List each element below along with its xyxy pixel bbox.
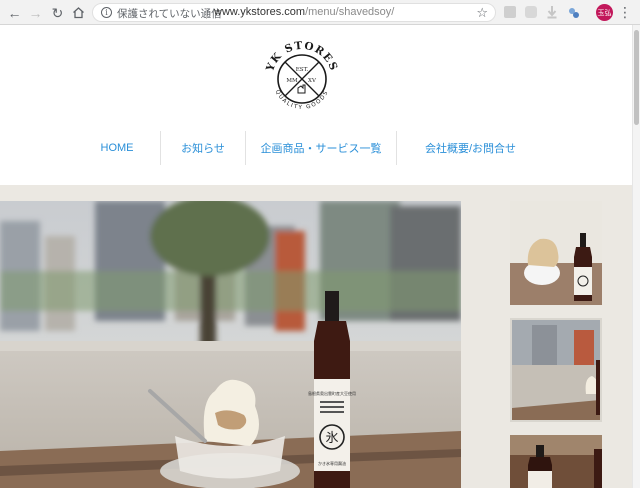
scrollbar-thumb[interactable] <box>634 30 639 125</box>
bottle-label-text: かき氷専用醤油 <box>318 460 346 466</box>
extension-icon-2[interactable] <box>525 6 537 18</box>
nav-news[interactable]: お知らせ <box>161 129 245 167</box>
back-icon[interactable]: ← <box>6 4 23 21</box>
page-scrollbar[interactable] <box>632 25 640 488</box>
thumbnail-3[interactable] <box>510 435 602 488</box>
bookmark-star-icon[interactable]: ☆ <box>476 5 488 21</box>
url-text[interactable]: www.ykstores.com/menu/shavedsoy/ <box>214 6 394 18</box>
download-extension-icon[interactable] <box>546 5 558 19</box>
thumbnail-1[interactable] <box>510 201 602 305</box>
site-logo[interactable]: YK STORES QUALITY GOODS EST. MM XV <box>262 39 342 119</box>
main-nav: HOME お知らせ 企画商品・サービス一覧 会社概要/お問合せ <box>74 129 544 167</box>
logo-est: EST. <box>296 67 309 73</box>
extension-icon-4[interactable] <box>568 6 580 18</box>
extension-icon-1[interactable] <box>504 6 516 18</box>
reload-icon[interactable]: ↻ <box>49 4 66 21</box>
address-bar[interactable]: i 保護されていない通信 www.ykstores.com/menu/shave… <box>92 3 496 22</box>
nav-company-contact[interactable]: 会社概要/お問合せ <box>397 129 544 167</box>
url-host: www.ykstores.com <box>214 6 306 18</box>
forward-icon[interactable]: → <box>27 4 44 21</box>
logo-year-right: XV <box>308 78 317 84</box>
info-icon[interactable]: i <box>101 7 112 18</box>
bottle-label-char: 氷 <box>325 431 338 446</box>
logo-emblem: YK STORES QUALITY GOODS EST. MM XV <box>264 40 339 111</box>
site-header: YK STORES QUALITY GOODS EST. MM XV HOME … <box>0 25 632 185</box>
hero-product-photo[interactable]: 氷 島根県奥出雲町産大豆使用 かき氷専用醤油 <box>0 201 461 488</box>
logo-year-left: MM <box>286 78 298 84</box>
url-path: /menu/shavedsoy/ <box>305 6 395 18</box>
nav-products-services[interactable]: 企画商品・サービス一覧 <box>246 129 396 167</box>
thumbnail-2[interactable] <box>510 318 602 422</box>
browser-toolbar: ← → ↻ i 保護されていない通信 www.ykstores.com/menu… <box>0 0 640 25</box>
nav-home[interactable]: HOME <box>74 129 160 167</box>
profile-avatar[interactable]: 玉弘 <box>596 4 613 21</box>
home-icon[interactable] <box>70 4 87 21</box>
browser-menu-icon[interactable]: ⋮ <box>618 4 632 21</box>
omnibox-divider <box>206 8 207 19</box>
bottle-top-text: 島根県奥出雲町産大豆使用 <box>308 390 356 396</box>
